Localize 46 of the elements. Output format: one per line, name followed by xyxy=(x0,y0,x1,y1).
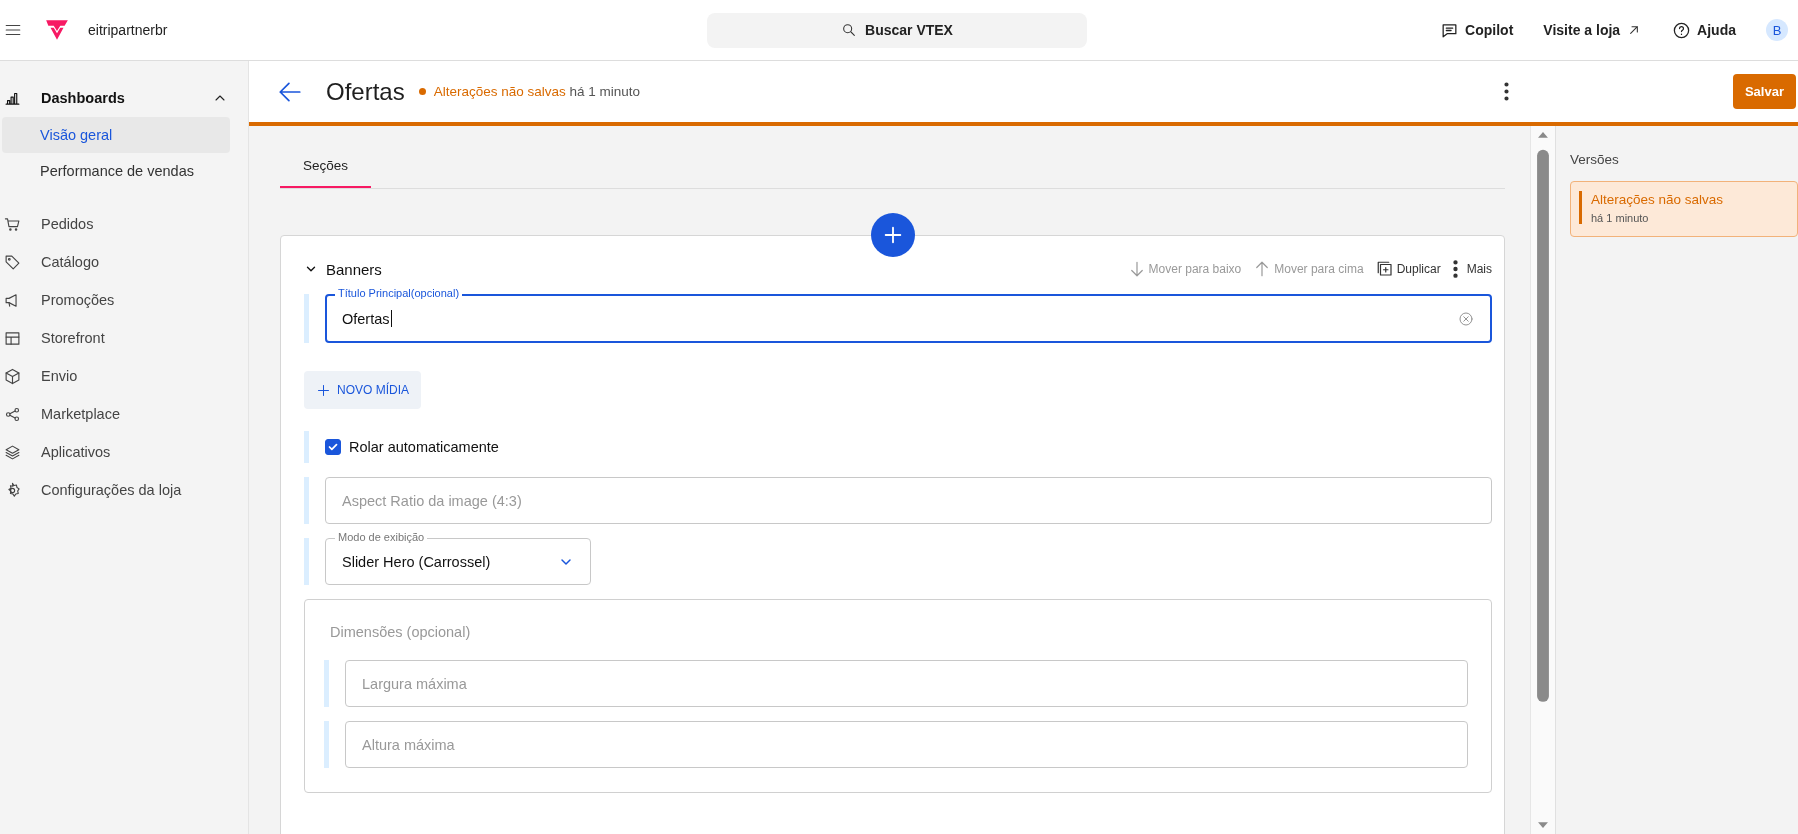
section-action[interactable]: Duplicar xyxy=(1375,260,1441,278)
save-status: Alterações não salvas há 1 minuto xyxy=(433,84,641,99)
checkbox[interactable] xyxy=(325,439,341,455)
nav-item[interactable]: Marketplace xyxy=(0,395,248,433)
version-card[interactable]: Alterações não salvas há 1 minuto xyxy=(1570,181,1798,237)
section-toggle[interactable]: Banners xyxy=(304,260,382,278)
layers-icon xyxy=(4,443,21,461)
nav-item[interactable]: Pedidos xyxy=(0,205,248,243)
group-title: Dimensões (opcional) xyxy=(330,624,472,640)
version-name: Alterações não salvas xyxy=(1591,192,1725,207)
panel-title: Versões xyxy=(1570,152,1620,167)
more-icon xyxy=(1452,260,1458,278)
share-icon xyxy=(4,405,21,423)
avatar[interactable]: B xyxy=(1766,19,1788,41)
nav-item[interactable]: Configurações da loja xyxy=(0,471,248,509)
status-dot xyxy=(418,88,426,95)
new-media-button[interactable]: NOVO MÍDIA xyxy=(304,371,421,409)
search-field[interactable]: Buscar VTEX xyxy=(707,12,1087,48)
add-section-button[interactable] xyxy=(870,213,915,257)
version-time: há 1 minuto xyxy=(1591,212,1650,224)
checkbox-label: Rolar automaticamente xyxy=(349,439,499,455)
tab[interactable]: Seções xyxy=(280,146,372,188)
box-icon xyxy=(4,367,21,385)
nav-item[interactable]: Dashboards xyxy=(0,79,248,117)
more-icon[interactable] xyxy=(1503,82,1509,101)
nav-item[interactable]: Aplicativos xyxy=(0,433,248,471)
cart-icon xyxy=(4,215,21,233)
clear-icon[interactable] xyxy=(1457,309,1475,328)
top-link[interactable]: Ajuda xyxy=(1672,20,1736,40)
search-icon xyxy=(841,22,858,38)
nav-item[interactable]: Promoções xyxy=(0,281,248,319)
nav-subitem[interactable]: Visão geral xyxy=(2,117,230,153)
nav-item[interactable]: Envio xyxy=(0,357,248,395)
tag-icon xyxy=(4,253,21,271)
section-action[interactable]: Mais xyxy=(1452,260,1492,278)
nav-subitem[interactable]: Performance de vendas xyxy=(2,153,230,189)
nav-item[interactable]: Storefront xyxy=(0,319,248,357)
duplicate-icon xyxy=(1375,260,1394,278)
layout-icon xyxy=(4,329,21,347)
help-icon xyxy=(1672,20,1692,40)
top-link[interactable]: Copilot xyxy=(1440,20,1514,40)
nav-item[interactable]: Catálogo xyxy=(0,243,248,281)
page-title: Ofertas xyxy=(326,77,405,106)
plus-icon xyxy=(316,382,331,398)
account-name[interactable]: eitripartnerbr xyxy=(88,22,168,38)
top-link[interactable]: Visite a loja xyxy=(1543,22,1643,38)
